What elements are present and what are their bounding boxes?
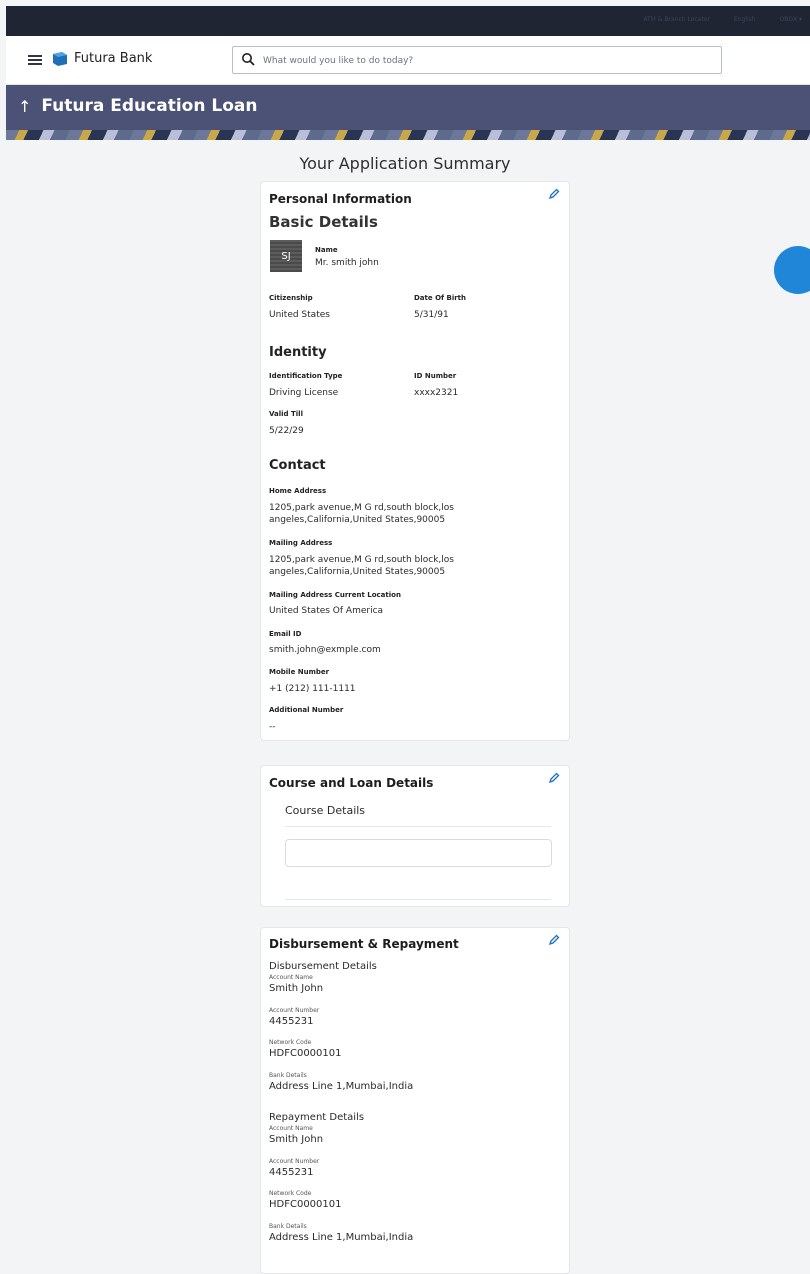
basic-details-heading: Basic Details: [269, 213, 378, 231]
mobile-number-value: +1 (212) 111-1111: [269, 684, 356, 694]
account-number-label: Account Number: [269, 1158, 320, 1165]
page-title: Your Application Summary: [299, 154, 511, 173]
id-number-value: xxxx2321: [414, 388, 459, 398]
section-title: Personal Information: [269, 192, 412, 206]
account-name-label: Account Name: [269, 974, 313, 981]
account-number-value: 4455231: [269, 1016, 314, 1027]
page-banner-title: Futura Education Loan: [41, 96, 258, 116]
mobile-number-label: Mobile Number: [269, 668, 330, 676]
search-icon: [242, 53, 255, 66]
user-menu[interactable]: OBDX ▾: [780, 16, 803, 23]
name-value: Mr. smith john: [315, 258, 379, 268]
repayment-details-heading: Repayment Details: [269, 1112, 365, 1123]
section-title: Course and Loan Details: [269, 776, 434, 790]
arrow-up-icon[interactable]: ↑: [18, 97, 31, 116]
app-header: Futura Bank: [6, 36, 810, 85]
disbursement-repayment-card: Disbursement & Repayment Disbursement De…: [260, 927, 570, 1274]
search-input[interactable]: [261, 51, 715, 71]
section-title: Disbursement & Repayment: [269, 937, 459, 951]
account-name-value: Smith John: [269, 1134, 324, 1145]
pencil-icon[interactable]: [548, 772, 560, 784]
disbursement-details-heading: Disbursement Details: [269, 961, 377, 972]
account-number-value: 4455231: [269, 1167, 314, 1178]
banner-pattern: [6, 130, 810, 140]
bank-details-value: Address Line 1,Mumbai,India: [269, 1081, 414, 1092]
date-of-birth-label: Date Of Birth: [414, 294, 467, 302]
course-details-label: Course Details: [285, 804, 366, 817]
network-code-label: Network Code: [269, 1190, 312, 1197]
home-address-value: 1205,park avenue,M G rd,south block,los …: [269, 503, 454, 525]
account-number-label: Account Number: [269, 1007, 320, 1014]
hamburger-menu-icon[interactable]: [28, 55, 42, 65]
additional-number-value: --: [269, 722, 276, 732]
date-of-birth-value: 5/31/91: [414, 310, 449, 320]
course-loan-details-card: Course and Loan Details Course Details: [260, 765, 570, 907]
bank-details-label: Bank Details: [269, 1072, 307, 1079]
pencil-icon[interactable]: [548, 934, 560, 946]
floating-action-button[interactable]: [774, 246, 810, 294]
avatar: SJ: [270, 240, 302, 272]
id-number-label: ID Number: [414, 372, 457, 380]
top-utility-bar: ATM & Branch Locator English OBDX ▾: [6, 6, 810, 36]
search-box[interactable]: [232, 46, 722, 74]
network-code-label: Network Code: [269, 1039, 312, 1046]
network-code-value: HDFC0000101: [269, 1048, 342, 1059]
identification-type-value: Driving License: [269, 388, 339, 398]
valid-till-label: Valid Till: [269, 410, 303, 418]
page-banner: ↑ Futura Education Loan: [6, 85, 810, 140]
atm-branch-locator-link[interactable]: ATM & Branch Locator: [643, 16, 709, 23]
bank-logo-icon: [53, 52, 67, 66]
brand-name[interactable]: Futura Bank: [74, 51, 152, 66]
account-name-value: Smith John: [269, 983, 324, 994]
mailing-address-label: Mailing Address: [269, 539, 333, 547]
divider: [285, 826, 551, 827]
bank-details-value: Address Line 1,Mumbai,India: [269, 1232, 414, 1243]
language-selector[interactable]: English: [734, 16, 756, 23]
additional-number-label: Additional Number: [269, 706, 344, 714]
personal-information-card: Personal Information Basic Details SJ Na…: [260, 181, 570, 741]
contact-heading: Contact: [269, 458, 326, 473]
mailing-address-value: 1205,park avenue,M G rd,south block,los …: [269, 555, 454, 577]
account-name-label: Account Name: [269, 1125, 313, 1132]
identity-heading: Identity: [269, 345, 327, 360]
mailing-location-label: Mailing Address Current Location: [269, 591, 401, 599]
home-address-label: Home Address: [269, 487, 327, 495]
valid-till-value: 5/22/29: [269, 426, 304, 436]
name-label: Name: [315, 246, 338, 254]
network-code-value: HDFC0000101: [269, 1199, 342, 1210]
email-label: Email ID: [269, 630, 302, 638]
mailing-location-value: United States Of America: [269, 606, 384, 616]
course-details-panel[interactable]: [285, 839, 552, 867]
pencil-icon[interactable]: [548, 188, 560, 200]
citizenship-value: United States: [269, 310, 330, 320]
citizenship-label: Citizenship: [269, 294, 313, 302]
bank-details-label: Bank Details: [269, 1223, 307, 1230]
email-value: smith.john@exmple.com: [269, 645, 381, 655]
divider: [285, 899, 551, 900]
identification-type-label: Identification Type: [269, 372, 343, 380]
